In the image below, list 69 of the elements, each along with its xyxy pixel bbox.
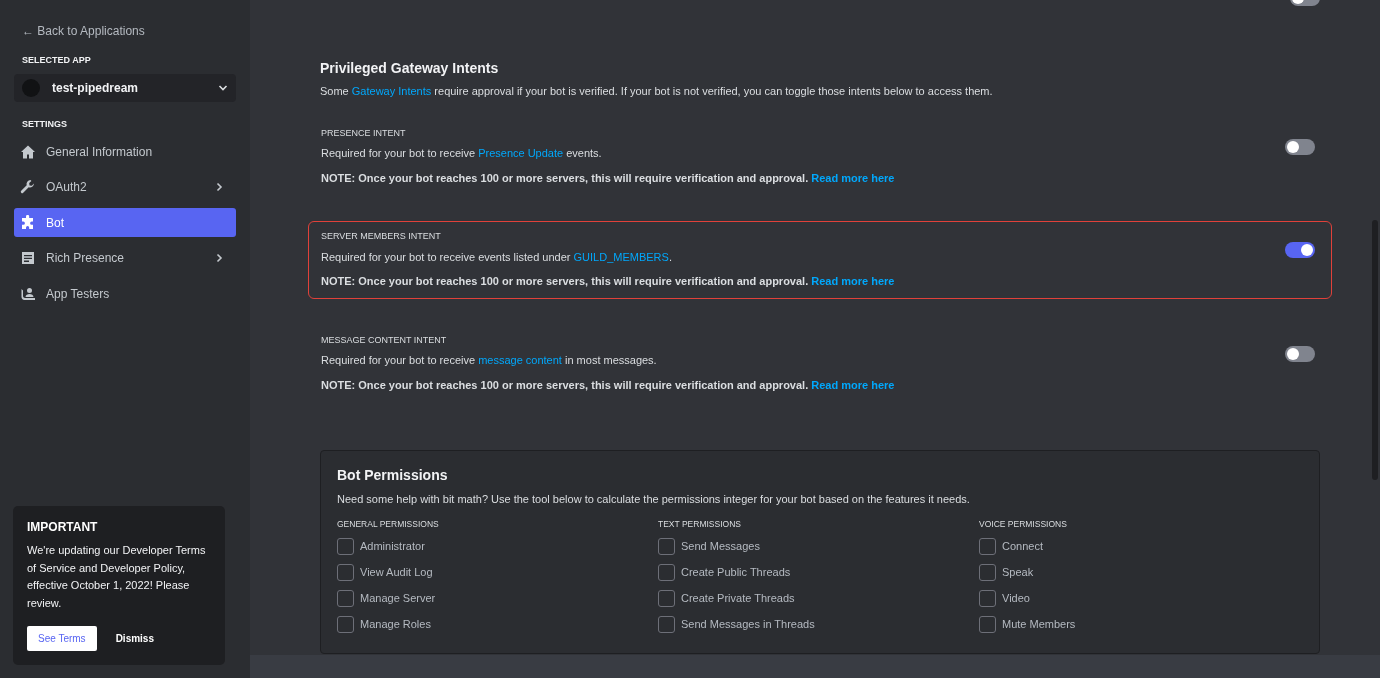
group-heading: GENERAL PERMISSIONS xyxy=(337,517,440,531)
toggle-switch[interactable] xyxy=(1285,345,1315,362)
checkbox[interactable] xyxy=(979,563,996,581)
checkbox[interactable] xyxy=(658,615,675,633)
intent-description: Required for your bot to receive Presence Update events. xyxy=(321,146,603,161)
permission-label: Speak xyxy=(1002,565,1034,580)
toggle-switch[interactable] xyxy=(1285,242,1315,259)
checkbox[interactable] xyxy=(979,589,996,607)
permission-label: Mute Members xyxy=(1002,617,1076,632)
permission-label: Send Messages in Threads xyxy=(681,617,815,632)
sidebar-item[interactable]: App Testers xyxy=(14,279,236,308)
permission-label: Video xyxy=(1002,591,1030,606)
wrench-icon xyxy=(20,179,36,195)
checkbox[interactable] xyxy=(658,563,675,581)
intent-description: Required for your bot to receive message content in most messages. xyxy=(321,353,658,368)
permission-label: Create Public Threads xyxy=(681,565,791,580)
permission-label: Connect xyxy=(1002,539,1043,554)
permission-label: Manage Roles xyxy=(360,617,431,632)
checkbox[interactable] xyxy=(979,615,996,633)
notice-text: We're updating our Developer Terms of Service and Developer Policy, effective October 1, 2022! Please review. xyxy=(27,543,207,611)
intent-description: Required for your bot to receive events listed under GUILD_MEMBERS. xyxy=(321,249,673,265)
checkbox[interactable] xyxy=(337,537,354,555)
checkbox[interactable] xyxy=(658,537,675,555)
checkbox[interactable] xyxy=(979,537,996,555)
intent-label: SERVER MEMBERS INTENT xyxy=(321,230,442,243)
checkbox[interactable] xyxy=(337,615,354,633)
link[interactable]: Gateway Intents xyxy=(351,85,432,97)
group-heading: TEXT PERMISSIONS xyxy=(658,517,742,531)
notice-title: IMPORTANT xyxy=(27,519,99,534)
permission-label: Manage Server xyxy=(360,591,436,606)
read-more-link[interactable]: Read more here xyxy=(811,378,895,391)
home-icon xyxy=(20,143,36,160)
sidebar-item[interactable]: OAuth2 xyxy=(14,172,236,202)
intent-label: PRESENCE INTENT xyxy=(321,126,407,140)
link[interactable]: message content xyxy=(478,354,562,366)
permission-label: Create Private Threads xyxy=(681,591,795,606)
card-description: Need some help with bit math? Use the tool below to calculate the permissions integer for your bot based on the features it needs. xyxy=(337,492,971,507)
toggle-switch[interactable] xyxy=(1285,138,1315,155)
dismiss-button[interactable]: Dismiss xyxy=(104,626,165,651)
person-icon xyxy=(20,285,36,302)
app-selector[interactable]: test-pipedream xyxy=(14,73,236,102)
group-heading: VOICE PERMISSIONS xyxy=(979,517,1068,531)
sidebar-item[interactable]: General Information xyxy=(14,137,236,166)
permission-label: View Audit Log xyxy=(360,565,433,580)
checkbox[interactable] xyxy=(337,563,354,581)
link[interactable]: Presence Update xyxy=(478,147,564,159)
permission-label: Send Messages xyxy=(681,539,760,554)
section-label: SETTINGS xyxy=(22,117,68,131)
intent-label: MESSAGE CONTENT INTENT xyxy=(321,333,448,347)
intent-note: NOTE: Once your bot reaches 100 or more servers, this will require verification and approval. Read more here xyxy=(321,170,896,186)
puzzle-piece-icon xyxy=(20,214,36,231)
app-name: test-pipedream xyxy=(52,79,140,97)
read-more-link[interactable]: Read more here xyxy=(811,171,895,184)
sidebar-item[interactable]: Bot xyxy=(14,208,236,237)
card-title: Bot Permissions xyxy=(337,466,449,485)
back-link[interactable]: ← Back to Applications xyxy=(22,22,145,40)
intent-note: NOTE: Once your bot reaches 100 or more servers, this will require verification and approval. Read more here xyxy=(321,274,896,289)
read-more-link[interactable]: Read more here xyxy=(811,275,895,287)
section-title: Privileged Gateway Intents xyxy=(320,59,500,78)
intent-note: NOTE: Once your bot reaches 100 or more servers, this will require verification and approval. Read more here xyxy=(321,377,896,393)
see-terms-button[interactable]: See Terms xyxy=(27,626,97,651)
sidebar-item[interactable]: Rich Presence xyxy=(14,243,236,273)
checkbox[interactable] xyxy=(658,589,675,607)
permission-label: Administrator xyxy=(360,539,425,554)
checkbox[interactable] xyxy=(337,589,354,607)
section-label: SELECTED APP xyxy=(22,54,92,67)
link[interactable]: GUILD_MEMBERS xyxy=(573,250,669,263)
document-icon xyxy=(20,250,36,266)
section-description: Some Gateway Intents require approval if your bot is verified. If your bot is not verified, you can toggle those intents below to access them. xyxy=(320,84,994,99)
